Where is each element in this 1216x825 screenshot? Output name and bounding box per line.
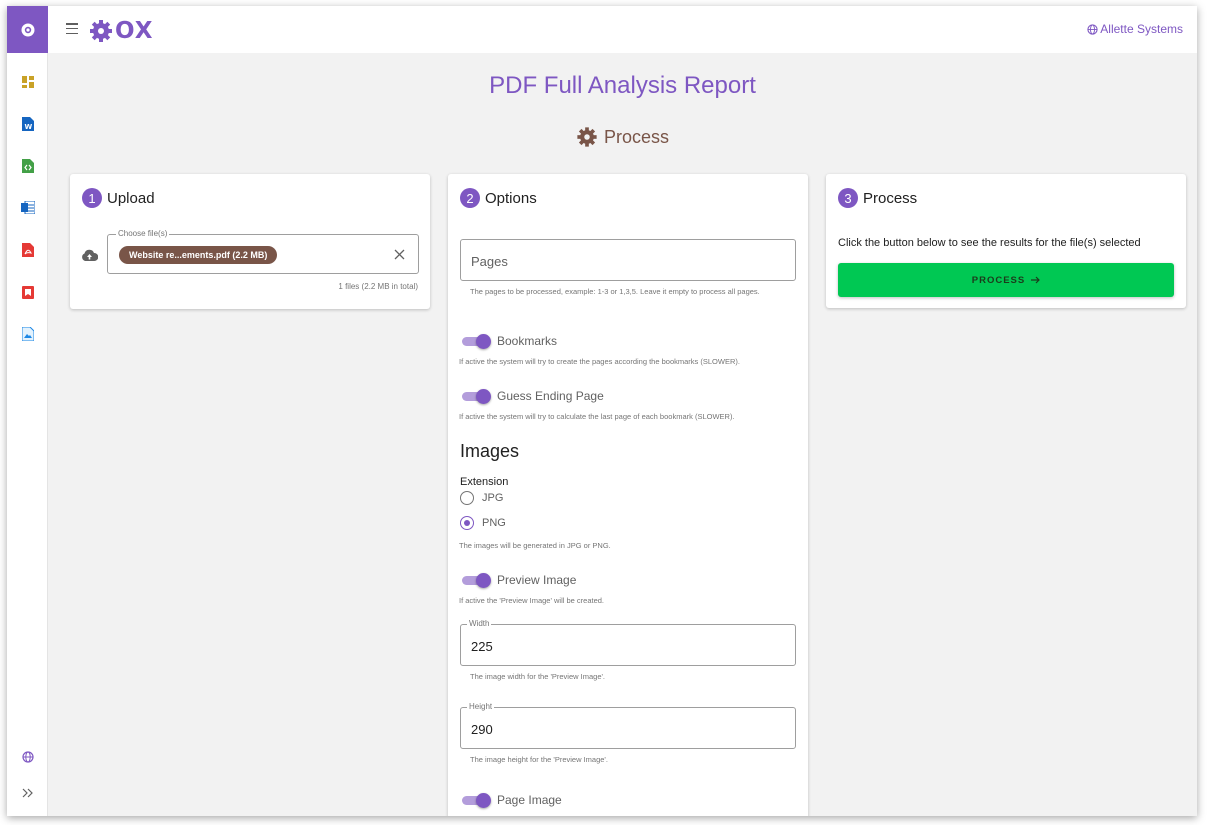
pages-placeholder: Pages [471,254,508,269]
app-frame: W OX Allette Systems PDF Full Analysis R… [7,6,1197,816]
preview-image-toggle[interactable]: Preview Image [462,573,577,588]
cloud-upload-icon[interactable] [81,249,98,262]
process-instructions: Click the button below to see the result… [838,237,1141,249]
toggle-switch[interactable] [462,334,491,349]
height-hint: The image height for the 'Preview Image'… [470,755,608,764]
radio-jpg[interactable]: JPG [460,491,503,505]
width-label: Width [467,619,492,628]
step-number: 2 [460,188,480,208]
dashboard-icon [21,76,34,88]
options-header: 2 Options [460,188,537,208]
subtitle-text: Process [603,126,670,147]
app-logo[interactable] [7,6,48,53]
width-value: 225 [471,639,493,654]
height-field[interactable]: Height 290 [460,702,796,749]
image-file-icon [21,327,34,341]
preview-image-label: Preview Image [497,573,577,587]
page-image-toggle[interactable]: Page Image [462,793,562,808]
pdf-file-icon [21,243,34,257]
extension-desc: The images will be generated in JPG or P… [459,541,611,550]
file-count-hint: 1 files (2.2 MB in total) [338,282,418,291]
process-button-label: PROCESS [971,274,1026,286]
extension-label: Extension [460,476,509,488]
process-button[interactable]: PROCESS [838,263,1174,297]
width-hint: The image width for the 'Preview Image'. [470,672,606,681]
upload-heading: Upload [107,189,155,207]
file-chip[interactable]: Website re...ements.pdf (2.2 MB) [119,246,278,264]
radio-button-selected[interactable] [460,516,474,530]
toggle-switch[interactable] [462,793,491,808]
sidebar-item-code[interactable] [7,153,48,179]
sidebar-item-word-table[interactable] [7,194,48,220]
pages-hint: The pages to be processed, example: 1-3 … [470,287,760,296]
sidebar-item-word[interactable]: W [7,111,48,137]
sidebar-item-bookmark[interactable] [7,279,48,305]
guess-ending-label: Guess Ending Page [497,389,604,403]
clear-icon[interactable] [390,245,408,263]
options-card: 2 Options Pages The pages to be processe… [448,174,808,816]
code-file-icon [21,159,34,173]
expand-icon [22,788,33,798]
upload-card: 1 Upload Choose file(s) Website re...eme… [70,174,430,309]
brand-logo[interactable]: OX [89,18,153,44]
menu-icon[interactable] [66,23,78,34]
bookmarks-desc: If active the system will try to create … [459,357,740,366]
bookmarks-toggle[interactable]: Bookmarks [462,334,558,349]
ox-gear-icon [90,20,112,42]
globe-icon [21,751,34,763]
preview-image-desc: If active the 'Preview Image' will be cr… [459,596,605,605]
images-section-title: Images [460,441,520,461]
radio-png-label: PNG [482,517,506,529]
step-number: 3 [838,188,858,208]
svg-text:W: W [24,123,32,131]
width-field[interactable]: Width 225 [460,619,796,666]
bookmarks-label: Bookmarks [497,334,558,348]
file-input-label: Choose file(s) [116,229,170,238]
radio-button[interactable] [460,491,474,505]
bookmark-icon [21,285,34,299]
company-link[interactable]: Allette Systems [1087,22,1183,36]
process-heading: Process [863,189,918,207]
process-header: 3 Process [838,188,917,208]
height-value: 290 [471,722,493,737]
gear-logo-icon [21,23,34,36]
process-card: 3 Process Click the button below to see … [826,174,1186,308]
radio-jpg-label: JPG [482,492,504,504]
pages-field[interactable]: Pages [460,239,796,281]
page-image-label: Page Image [497,793,562,807]
company-name: Allette Systems [1100,22,1183,36]
word-table-icon [20,200,35,214]
top-bar: OX Allette Systems [48,6,1197,53]
arrow-right-icon [1031,276,1041,284]
upload-header: 1 Upload [82,188,155,208]
word-doc-icon: W [21,117,34,131]
sidebar-item-language[interactable] [7,744,48,770]
sidebar-rail: W [7,6,48,816]
step-number: 1 [82,188,102,208]
file-input[interactable]: Choose file(s) Website re...ements.pdf (… [107,229,419,274]
sidebar-item-pdf[interactable] [7,237,48,263]
toggle-switch[interactable] [462,389,491,404]
sidebar-item-dashboard[interactable] [7,69,48,95]
toggle-switch[interactable] [462,573,491,588]
options-heading: Options [485,189,537,207]
guess-ending-toggle[interactable]: Guess Ending Page [462,389,604,404]
sidebar-item-image[interactable] [7,321,48,347]
globe-icon [1087,23,1098,35]
sidebar-expand[interactable] [7,780,48,806]
page-subtitle: Process [48,126,1197,148]
brand-text: OX [115,18,154,44]
guess-ending-desc: If active the system will try to calcula… [459,412,735,421]
height-label: Height [467,702,495,711]
cog-icon [577,127,597,147]
radio-png[interactable]: PNG [460,516,506,530]
page-title: PDF Full Analysis Report [489,72,756,99]
